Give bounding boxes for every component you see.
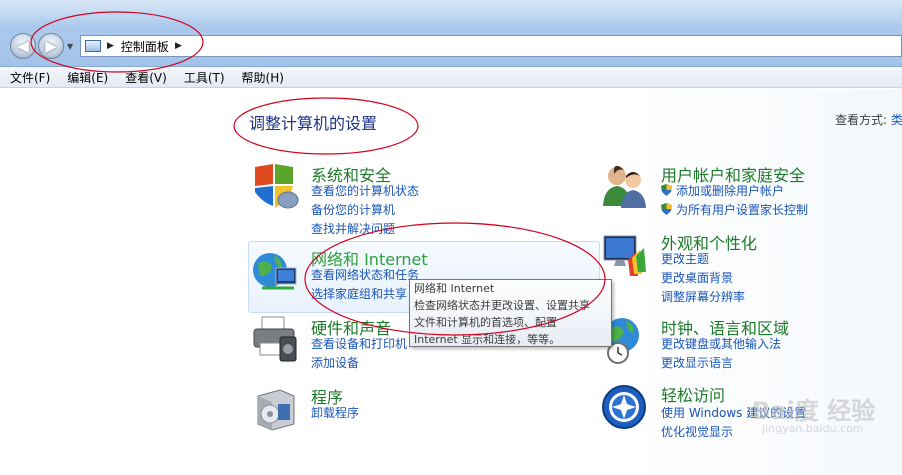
tooltip-line: 网络和 Internet bbox=[414, 282, 495, 295]
link-view-computer-status[interactable]: 查看您的计算机状态 bbox=[311, 182, 419, 199]
tooltip-line: 文件和计算机的首选项、配置 bbox=[414, 316, 557, 329]
link-label: 为所有用户设置家长控制 bbox=[676, 203, 809, 217]
link-backup-computer[interactable]: 备份您的计算机 bbox=[311, 201, 395, 218]
uac-shield-icon bbox=[661, 203, 672, 215]
ease-of-access-icon bbox=[602, 385, 646, 429]
breadcrumb-separator-icon[interactable]: ▶ bbox=[175, 41, 182, 51]
menu-edit[interactable]: 编辑(E) bbox=[67, 69, 108, 86]
back-button[interactable]: ◀ bbox=[10, 33, 36, 59]
link-parental-controls[interactable]: 为所有用户设置家长控制 bbox=[661, 201, 808, 218]
link-add-device[interactable]: 添加设备 bbox=[311, 354, 359, 371]
watermark-url: jingyan.baidu.com bbox=[762, 422, 864, 435]
titlebar-glass bbox=[0, 0, 902, 26]
view-by-dropdown[interactable]: 类 bbox=[891, 113, 902, 127]
back-arrow-icon: ◀ bbox=[17, 37, 29, 55]
view-by: 查看方式: 类 bbox=[835, 111, 902, 128]
link-desktop-background[interactable]: 更改桌面背景 bbox=[661, 269, 733, 286]
link-label: 添加或删除用户帐户 bbox=[676, 184, 785, 198]
link-change-display-language[interactable]: 更改显示语言 bbox=[661, 354, 733, 371]
menu-file[interactable]: 文件(F) bbox=[10, 69, 50, 86]
menu-tools[interactable]: 工具(T) bbox=[184, 69, 225, 86]
menu-view[interactable]: 查看(V) bbox=[125, 69, 167, 86]
link-devices-printers[interactable]: 查看设备和打印机 bbox=[311, 335, 407, 352]
address-bar[interactable]: ▶ 控制面板 ▶ bbox=[80, 35, 902, 57]
watermark-logo-text: Bai度 经验 bbox=[752, 397, 876, 425]
breadcrumb-separator-icon[interactable]: ▶ bbox=[107, 41, 114, 51]
link-change-theme[interactable]: 更改主题 bbox=[661, 250, 709, 267]
control-panel-icon bbox=[85, 40, 101, 52]
menu-help[interactable]: 帮助(H) bbox=[242, 69, 284, 86]
menu-bar: 文件(F) 编辑(E) 查看(V) 工具(T) 帮助(H) bbox=[0, 67, 902, 88]
shield-flag-icon bbox=[255, 164, 299, 209]
monitor-palette-icon bbox=[603, 235, 646, 276]
programs-box-icon bbox=[257, 389, 295, 431]
tooltip-line: Internet 显示和连接，等等。 bbox=[414, 333, 561, 346]
view-by-label: 查看方式: bbox=[835, 113, 888, 127]
breadcrumb-control-panel[interactable]: 控制面板 bbox=[121, 38, 169, 55]
tooltip: 网络和 Internet 检查网络状态并更改设置、设置共享 文件和计算机的首选项… bbox=[409, 279, 612, 347]
link-change-input-method[interactable]: 更改键盘或其他输入法 bbox=[661, 335, 781, 352]
uac-shield-icon bbox=[661, 184, 672, 196]
tooltip-line: 检查网络状态并更改设置、设置共享 bbox=[414, 299, 590, 312]
printer-icon bbox=[253, 316, 297, 362]
forward-button[interactable]: ▶ bbox=[38, 33, 64, 59]
forward-arrow-icon: ▶ bbox=[45, 37, 57, 55]
link-optimize-display[interactable]: 优化视觉显示 bbox=[661, 423, 733, 440]
link-screen-resolution[interactable]: 调整屏幕分辨率 bbox=[661, 288, 745, 305]
link-view-network-status[interactable]: 查看网络状态和任务 bbox=[311, 266, 419, 283]
recent-pages-dropdown-icon[interactable]: ▼ bbox=[67, 42, 73, 51]
category-title[interactable]: 轻松访问 bbox=[661, 382, 725, 406]
users-icon bbox=[603, 165, 646, 208]
window-titlebar: ◀ ▶ ▼ ▶ 控制面板 ▶ bbox=[0, 0, 902, 67]
link-troubleshoot[interactable]: 查找并解决问题 bbox=[311, 220, 395, 237]
page-title: 调整计算机的设置 bbox=[249, 114, 378, 133]
link-add-remove-accounts[interactable]: 添加或删除用户帐户 bbox=[661, 182, 784, 199]
link-homegroup-sharing[interactable]: 选择家庭组和共享 bbox=[311, 285, 407, 302]
link-uninstall-program[interactable]: 卸载程序 bbox=[311, 404, 359, 421]
globe-network-icon bbox=[253, 253, 297, 290]
